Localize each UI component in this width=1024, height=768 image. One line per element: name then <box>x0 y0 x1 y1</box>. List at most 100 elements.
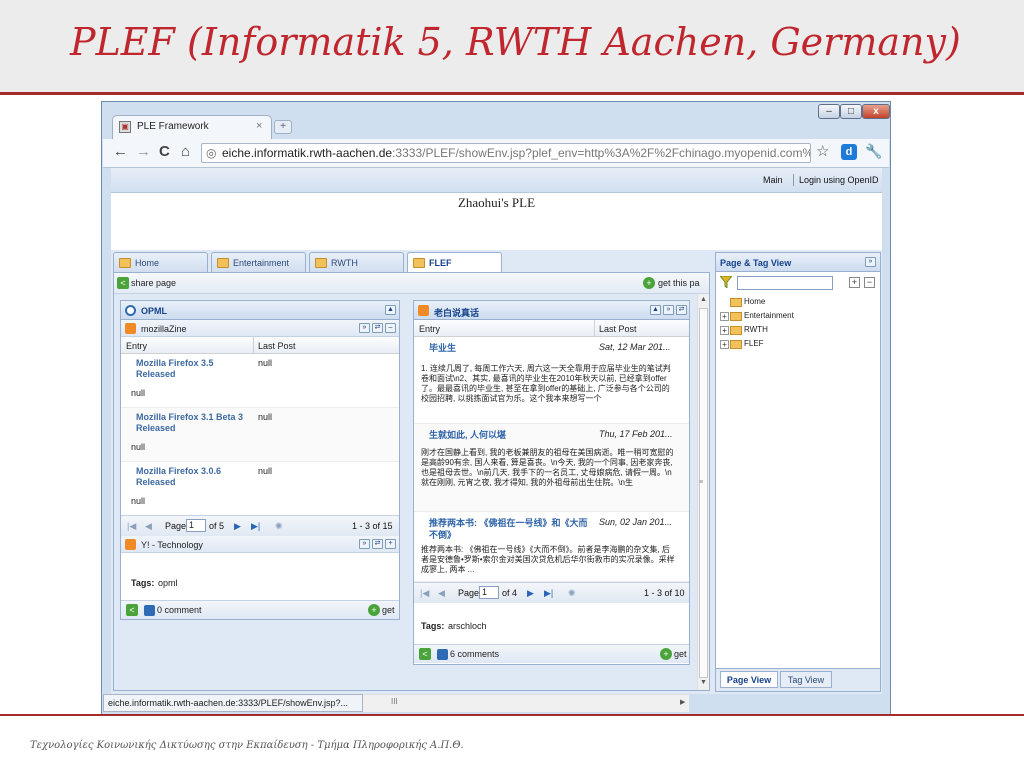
get-link[interactable]: get <box>674 649 687 659</box>
add-button[interactable]: + <box>385 539 396 549</box>
refresh-button[interactable]: ⇄ <box>676 305 687 315</box>
refresh-button[interactable]: ⇄ <box>372 539 383 549</box>
column-divider <box>594 320 595 336</box>
table-row[interactable]: Mozilla Firefox 3.1 Beta 3 Released null… <box>121 408 399 462</box>
expand-button[interactable]: » <box>359 323 370 333</box>
scroll-thumb[interactable] <box>699 308 708 678</box>
table-row[interactable]: Mozilla Firefox 3.0.6 Released null null <box>121 462 399 516</box>
prev-page-icon[interactable]: ◀ <box>145 521 152 532</box>
main-link[interactable]: Main <box>763 175 783 185</box>
last-page-icon[interactable]: ▶| <box>544 588 553 599</box>
table-row[interactable]: 生就如此, 人何以堪 Thu, 17 Feb 201... 刚才在国静上看到, … <box>414 424 689 512</box>
page-info-icon[interactable]: ◎ <box>206 146 216 160</box>
get-link[interactable]: get <box>382 605 395 615</box>
refresh-button[interactable]: ⇄ <box>372 323 383 333</box>
comment-count[interactable]: 6 comments <box>450 649 499 659</box>
opml-widget-header[interactable]: OPML ▲ <box>121 301 399 320</box>
right-column: 老白说真话 ▲ » ⇄ Entry Last Post 毕业生 Sat, 12 … <box>407 294 697 690</box>
collapse-button[interactable]: ▲ <box>650 305 661 315</box>
collapse-all-button[interactable]: − <box>864 277 875 288</box>
new-tab-button[interactable]: + <box>274 120 292 134</box>
browser-tab[interactable]: ▣ PLE Framework × <box>112 115 272 139</box>
page-number-input[interactable]: 1 <box>186 519 206 532</box>
table-row[interactable]: Mozilla Firefox 3.5 Released null null <box>121 354 399 408</box>
entry-title[interactable]: Mozilla Firefox 3.1 Beta 3 Released <box>136 412 246 434</box>
home-button[interactable]: ⌂ <box>181 144 190 160</box>
tab-rwth[interactable]: RWTH <box>309 252 404 272</box>
expand-node-icon[interactable]: + <box>720 312 729 321</box>
get-this-icon[interactable]: + <box>643 277 655 289</box>
entry-title[interactable]: 推荐两本书: 《佛祖在一号线》和《大而不倒》 <box>429 517 589 541</box>
slide-footer: Τεχνολογίες Κοινωνικής Δικτύωσης στην Εκ… <box>30 740 464 751</box>
entry-title[interactable]: 毕业生 <box>429 342 589 354</box>
refresh-icon[interactable]: ✺ <box>275 521 283 532</box>
share-icon[interactable]: < <box>117 277 129 289</box>
minimize-button[interactable]: – <box>385 323 396 333</box>
last-page-icon[interactable]: ▶| <box>251 521 260 532</box>
scroll-down-icon[interactable]: ▼ <box>700 679 707 686</box>
page-panel: < share page + get this pa OPML ▲ mozill… <box>113 272 710 691</box>
tab-close-icon[interactable]: × <box>256 120 262 132</box>
next-page-icon[interactable]: ▶ <box>527 588 534 599</box>
window-close-button[interactable]: x <box>862 104 890 119</box>
reload-button[interactable]: C <box>159 144 170 160</box>
back-button[interactable]: ← <box>113 144 128 160</box>
expand-all-button[interactable]: + <box>849 277 860 288</box>
tags-value[interactable]: arschloch <box>448 621 487 631</box>
table-row[interactable]: 推荐两本书: 《佛祖在一号线》和《大而不倒》 Sun, 02 Jan 201..… <box>414 512 689 582</box>
share-page-link[interactable]: share page <box>131 278 176 288</box>
entry-title[interactable]: 生就如此, 人何以堪 <box>429 429 589 441</box>
comment-icon[interactable] <box>437 649 448 660</box>
last-post: null <box>258 466 273 476</box>
share-icon[interactable]: < <box>126 604 138 616</box>
expand-button[interactable]: » <box>359 539 370 549</box>
window-minimize-button[interactable]: – <box>818 104 840 119</box>
share-icon[interactable]: < <box>419 648 431 660</box>
column-header-entry[interactable]: Entry <box>419 324 440 334</box>
comment-count[interactable]: 0 comment <box>157 605 202 615</box>
prev-page-icon[interactable]: ◀ <box>438 588 445 599</box>
get-icon[interactable]: + <box>660 648 672 660</box>
expand-node-icon[interactable]: + <box>720 326 729 335</box>
column-header-last-post[interactable]: Last Post <box>258 341 296 351</box>
tree-filter-input[interactable] <box>737 276 833 290</box>
refresh-icon[interactable]: ✺ <box>568 588 576 599</box>
column-header-entry[interactable]: Entry <box>126 341 147 351</box>
first-page-icon[interactable]: |◀ <box>420 588 429 599</box>
address-bar[interactable]: ◎ eiche.informatik.rwth-aachen.de:3333/P… <box>201 143 811 163</box>
get-icon[interactable]: + <box>368 604 380 616</box>
column-header-last-post[interactable]: Last Post <box>599 324 637 334</box>
tags-value[interactable]: opml <box>158 578 178 588</box>
entry-title[interactable]: Mozilla Firefox 3.5 Released <box>136 358 246 380</box>
horizontal-scrollbar[interactable]: III ▶ <box>363 694 689 712</box>
expand-node-icon[interactable]: + <box>720 340 729 349</box>
tab-tag-view[interactable]: Tag View <box>780 671 832 688</box>
scroll-right-icon[interactable]: ▶ <box>680 698 685 706</box>
get-this-page-link[interactable]: get this pa <box>658 278 700 288</box>
table-row[interactable]: 毕业生 Sat, 12 Mar 201... 1. 连续几周了, 每周工作六天,… <box>414 337 689 424</box>
page-vertical-scrollbar[interactable]: ▲ ≡ ▼ <box>697 294 709 690</box>
extension-icon[interactable]: d <box>841 144 857 160</box>
title-rule <box>0 92 1024 95</box>
tab-flef[interactable]: FLEF <box>407 252 502 273</box>
collapse-button[interactable]: ▲ <box>385 305 396 315</box>
tab-home[interactable]: Home <box>113 252 208 272</box>
first-page-icon[interactable]: |◀ <box>127 521 136 532</box>
forward-button[interactable]: → <box>136 144 151 160</box>
next-page-icon[interactable]: ▶ <box>234 521 241 532</box>
bookmark-star-icon[interactable]: ☆ <box>816 144 829 160</box>
openid-login-link[interactable]: Login using OpenID <box>799 175 879 185</box>
tab-entertainment[interactable]: Entertainment <box>211 252 306 272</box>
tab-page-view[interactable]: Page View <box>720 671 778 688</box>
collapse-panel-button[interactable]: » <box>865 257 876 267</box>
window-maximize-button[interactable]: □ <box>840 104 862 119</box>
scroll-up-icon[interactable]: ▲ <box>700 296 707 303</box>
filter-icon[interactable] <box>720 276 732 288</box>
blog-widget-header[interactable]: 老白说真话 ▲ » ⇄ <box>414 301 689 320</box>
opml-widget-title: OPML <box>141 306 167 316</box>
page-number-input[interactable]: 1 <box>479 586 499 599</box>
expand-button[interactable]: » <box>663 305 674 315</box>
entry-title[interactable]: Mozilla Firefox 3.0.6 Released <box>136 466 246 488</box>
wrench-menu-icon[interactable]: 🔧 <box>865 143 882 160</box>
comment-icon[interactable] <box>144 605 155 616</box>
